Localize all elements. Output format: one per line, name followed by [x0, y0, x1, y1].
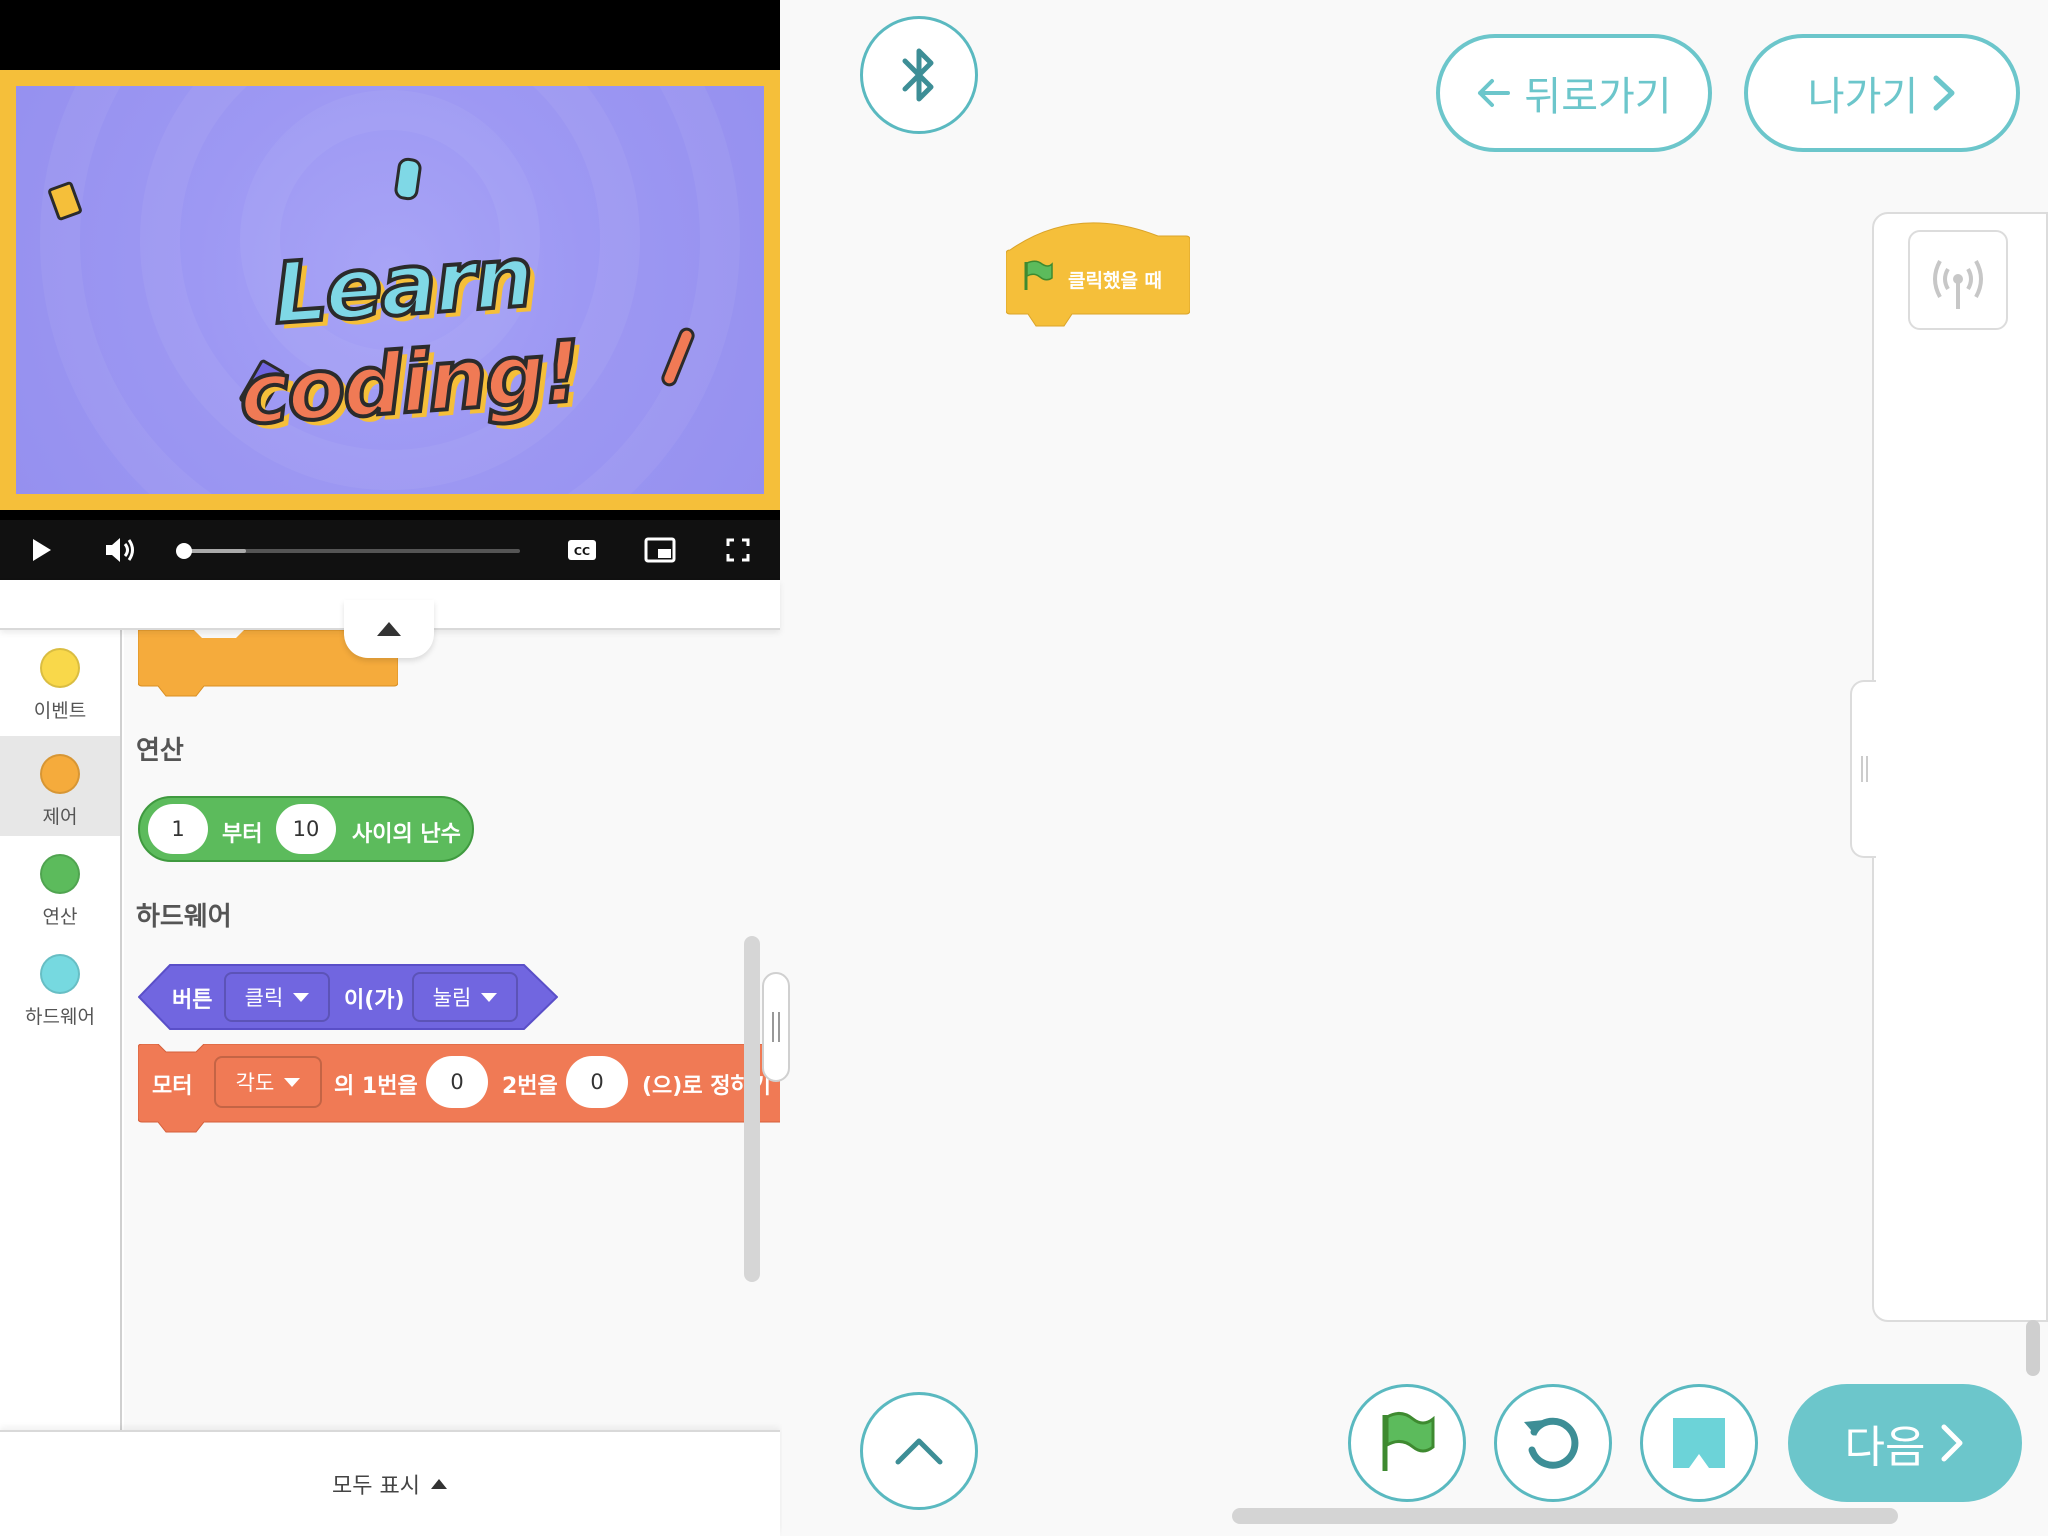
- category-control[interactable]: 제어: [0, 736, 120, 836]
- random-to-input[interactable]: 10: [276, 804, 336, 854]
- green-flag-icon: [1024, 260, 1053, 290]
- exit-button-label: 나가기: [1807, 74, 1919, 120]
- video-progress-knob[interactable]: [176, 543, 192, 559]
- dropdown-arrow-icon: [284, 1077, 301, 1087]
- motor-mode-value: 각도: [235, 1071, 275, 1095]
- palette-scrollbar[interactable]: [744, 936, 760, 1282]
- category-list: 이벤트 제어 연산 하드웨어: [0, 630, 122, 1430]
- scroll-up-button[interactable]: [860, 1392, 978, 1510]
- stop-icon: [1673, 1418, 1725, 1468]
- exit-button[interactable]: 나가기: [1744, 34, 2020, 152]
- category-label: 연산: [42, 906, 78, 928]
- button-select-dropdown[interactable]: 클릭: [224, 972, 330, 1022]
- svg-text:CC: CC: [574, 545, 590, 558]
- category-dot: [40, 954, 80, 994]
- category-dot: [40, 754, 80, 794]
- dropdown-arrow-icon: [293, 992, 310, 1002]
- play-icon: [33, 539, 51, 561]
- collapse-video-button[interactable]: [344, 600, 434, 658]
- reset-icon: [1524, 1417, 1579, 1469]
- section-title-operators: 연산: [136, 736, 184, 766]
- reset-button[interactable]: [1494, 1384, 1612, 1502]
- play-button[interactable]: [20, 520, 64, 580]
- motor-value-1-input[interactable]: 0: [426, 1056, 488, 1108]
- video-title: Learn coding!: [234, 225, 585, 445]
- green-flag-icon: [1382, 1412, 1435, 1471]
- device-panel-handle[interactable]: [1850, 680, 1876, 858]
- broadcast-button[interactable]: [1908, 230, 2008, 330]
- show-all-button[interactable]: 모두 표시: [0, 1430, 780, 1536]
- back-button-label: 뒤로가기: [1524, 74, 1672, 120]
- block-palette: 연산 1 부터 10 사이의 난수 하드웨어 버튼 클릭 이(가) 눌림 모터 …: [124, 630, 780, 1430]
- video-player[interactable]: Learn coding! CC: [0, 0, 780, 580]
- motor-text-1: 의 1번을: [334, 1074, 418, 1099]
- left-panel: Learn coding! CC 이벤트 제어 연산 하드웨어 연산 1 부터 …: [0, 0, 790, 1536]
- workspace-horizontal-scrollbar[interactable]: [1232, 1508, 1898, 1524]
- button-state-value: 눌림: [432, 986, 472, 1010]
- fullscreen-icon: [726, 538, 750, 562]
- random-from-input[interactable]: 1: [148, 804, 208, 854]
- category-dot: [40, 648, 80, 688]
- when-flag-clicked-block[interactable]: 클릭했을 때: [1006, 214, 1190, 327]
- triangle-up-icon: [430, 1479, 447, 1489]
- button-block-middle: 이(가): [344, 988, 405, 1013]
- motor-block[interactable]: 모터 각도 의 1번을 0 2번을 0 (으)로 정하기: [138, 1044, 780, 1134]
- picture-in-picture-icon: [644, 537, 676, 563]
- device-panel: [1872, 212, 2048, 1322]
- category-event[interactable]: 이벤트: [0, 630, 120, 730]
- volume-icon: [106, 538, 134, 562]
- panel-resize-handle[interactable]: [762, 972, 790, 1082]
- chevron-right-icon: [1941, 1424, 1963, 1462]
- show-all-label: 모두 표시: [332, 1474, 420, 1499]
- category-label: 제어: [42, 806, 78, 828]
- device-panel-scrollbar[interactable]: [2026, 1320, 2040, 1376]
- category-label: 하드웨어: [25, 1006, 95, 1028]
- next-button-label: 다음: [1844, 1422, 1926, 1473]
- category-label: 이벤트: [33, 700, 87, 722]
- category-operators[interactable]: 연산: [0, 836, 120, 936]
- chevron-up-icon: [895, 1438, 943, 1465]
- motor-value-2-input[interactable]: 0: [566, 1056, 628, 1108]
- random-from-label: 부터: [222, 822, 263, 847]
- category-hardware[interactable]: 하드웨어: [0, 936, 120, 1036]
- broadcast-icon: [1933, 260, 1983, 309]
- stop-button[interactable]: [1640, 1384, 1758, 1502]
- triangle-up-icon: [377, 622, 401, 636]
- video-thumbnail[interactable]: Learn coding!: [16, 86, 764, 494]
- chevron-right-icon: [1933, 75, 1955, 111]
- motor-text-2: 2번을: [502, 1074, 558, 1099]
- volume-button[interactable]: [98, 520, 142, 580]
- section-title-hardware: 하드웨어: [136, 902, 232, 932]
- video-progress-bar[interactable]: [176, 543, 520, 559]
- back-button[interactable]: 뒤로가기: [1436, 34, 1712, 152]
- captions-icon: CC: [568, 540, 596, 560]
- motor-block-label: 모터: [152, 1074, 193, 1099]
- next-button[interactable]: 다음: [1788, 1384, 2022, 1502]
- random-to-label: 사이의 난수: [352, 822, 461, 847]
- arrow-left-icon: [1478, 79, 1511, 107]
- bluetooth-button[interactable]: [860, 16, 978, 134]
- motor-mode-dropdown[interactable]: 각도: [214, 1056, 322, 1108]
- video-frame: Learn coding!: [0, 70, 780, 510]
- dropdown-arrow-icon: [481, 992, 498, 1002]
- category-dot: [40, 854, 80, 894]
- bluetooth-icon: [902, 48, 934, 102]
- hat-block-label: 클릭했을 때: [1068, 270, 1163, 292]
- captions-button[interactable]: CC: [560, 520, 604, 580]
- fullscreen-button[interactable]: [716, 520, 760, 580]
- random-number-block[interactable]: 1 부터 10 사이의 난수: [138, 796, 474, 862]
- button-select-value: 클릭: [244, 986, 284, 1010]
- button-pressed-block[interactable]: 버튼 클릭 이(가) 눌림: [138, 964, 558, 1030]
- button-block-label: 버튼: [172, 988, 213, 1013]
- button-state-dropdown[interactable]: 눌림: [412, 972, 518, 1022]
- run-button[interactable]: [1348, 1384, 1466, 1502]
- pip-button[interactable]: [638, 520, 682, 580]
